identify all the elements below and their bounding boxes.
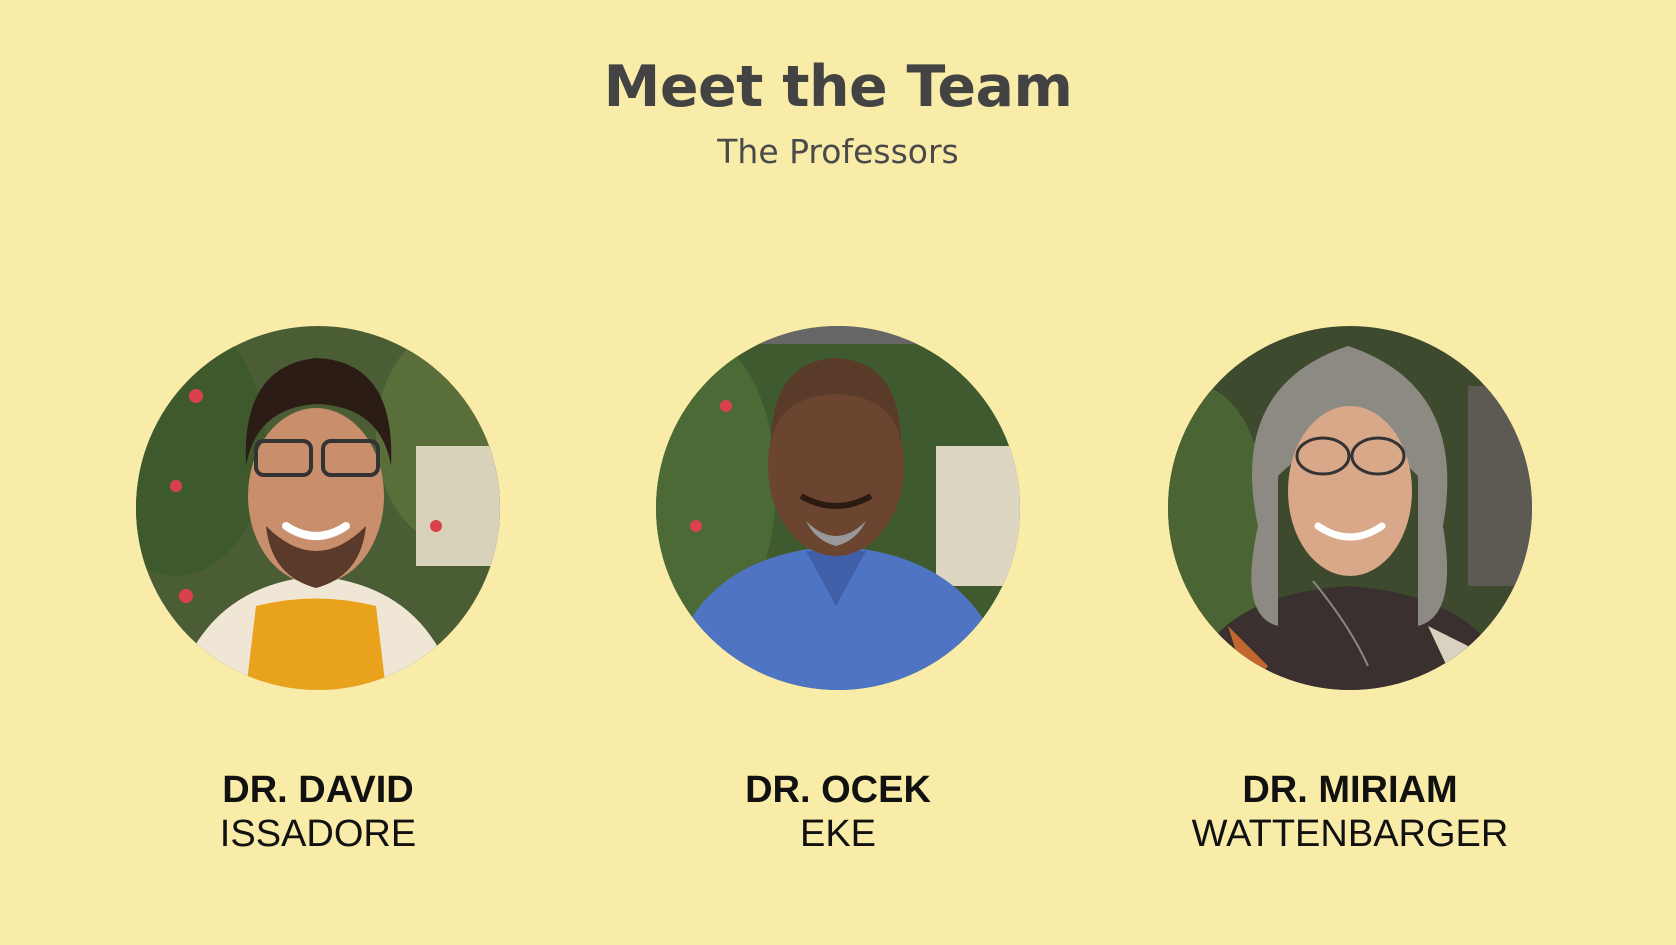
member-first-name: DR. MIRIAM	[1242, 769, 1458, 811]
member-last-name: EKE	[799, 813, 877, 855]
page-title: Meet the Team	[603, 54, 1073, 120]
team-member-card: DR. DAVID ISSADORE	[108, 326, 528, 855]
portrait-photo	[1168, 326, 1532, 690]
member-last-name: ISSADORE	[219, 813, 417, 855]
member-first-name: DR. DAVID	[222, 769, 414, 811]
member-last-name: WATTENBARGER	[1191, 813, 1509, 855]
portrait-photo	[656, 326, 1020, 690]
team-member-card: DR. OCEK EKE	[628, 326, 1048, 855]
portrait-photo-icon	[1168, 326, 1532, 690]
team-member-card: DR. MIRIAM WATTENBARGER	[1140, 326, 1560, 855]
member-first-name: DR. OCEK	[745, 769, 931, 811]
portrait-photo	[136, 326, 500, 690]
page-subtitle: The Professors	[717, 132, 959, 171]
portrait-photo-icon	[136, 326, 500, 690]
portrait-photo-icon	[656, 326, 1020, 690]
